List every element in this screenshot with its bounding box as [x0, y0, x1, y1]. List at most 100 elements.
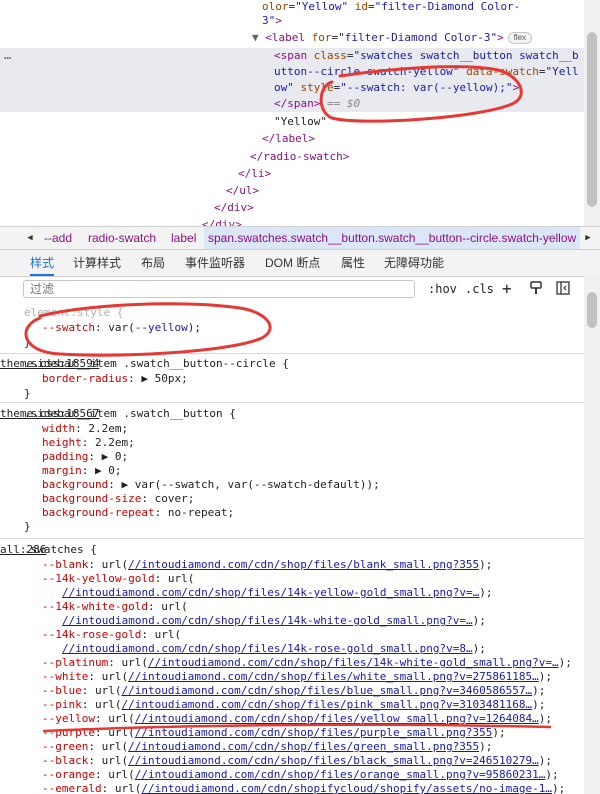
expand-triangle-icon[interactable]: ▶: [102, 450, 115, 463]
property-name[interactable]: --pink: [42, 698, 82, 711]
url-link[interactable]: //intoudiamond.com/cdn/shop/files/green_…: [128, 740, 479, 753]
url-link[interactable]: //intoudiamond.com/cdn/shop/files/blank_…: [128, 558, 479, 571]
style-declaration[interactable]: --purple: url(//intoudiamond.com/cdn/sho…: [42, 726, 584, 740]
property-value[interactable]: 0;: [108, 464, 121, 477]
source-link[interactable]: theme.css:18594: [0, 357, 580, 371]
property-value[interactable]: 0;: [115, 450, 128, 463]
url-link[interactable]: //intoudiamond.com/cdn/shop/files/purple…: [135, 726, 493, 739]
property-value[interactable]: 2.2em;: [95, 436, 135, 449]
source-link[interactable]: all:286: [0, 543, 580, 557]
property-name[interactable]: --14k-white-gold: [42, 600, 148, 613]
url-link[interactable]: //intoudiamond.com/cdn/shop/files/yellow…: [135, 712, 539, 725]
style-declaration[interactable]: --white: url(//intoudiamond.com/cdn/shop…: [42, 670, 584, 684]
tab-computed[interactable]: 计算样式: [73, 250, 121, 276]
dom-line[interactable]: 3">: [262, 14, 584, 28]
property-name[interactable]: --green: [42, 740, 88, 753]
property-value[interactable]: var(: [108, 321, 135, 334]
style-declaration[interactable]: padding: ▶ 0;: [42, 450, 584, 464]
property-name[interactable]: --14k-yellow-gold: [42, 572, 155, 585]
rule-selector[interactable]: element.style {: [24, 306, 584, 320]
variable-link[interactable]: --yellow: [135, 321, 188, 334]
property-name[interactable]: --yellow: [42, 712, 95, 725]
dom-line-label[interactable]: ▼ <label for="filter-Diamond Color-3"> fl…: [252, 31, 584, 45]
style-rule-element[interactable]: element.style { --swatch: var(--yellow);…: [0, 303, 584, 354]
url-link[interactable]: //intoudiamond.com/cdn/shop/files/black_…: [128, 754, 539, 767]
style-declaration[interactable]: background: ▶ var(--swatch, var(--swatch…: [42, 478, 584, 492]
style-declaration[interactable]: height: 2.2em;: [42, 436, 584, 450]
property-name[interactable]: background: [42, 478, 108, 491]
tab-dom-breakpoints[interactable]: DOM 断点: [265, 250, 320, 276]
property-value[interactable]: cover;: [155, 492, 195, 505]
style-declaration[interactable]: --platinum: url(//intoudiamond.com/cdn/s…: [42, 656, 584, 670]
property-name[interactable]: --platinum: [42, 656, 108, 669]
property-name[interactable]: --orange: [42, 768, 95, 781]
styles-scrollbar[interactable]: [584, 276, 600, 794]
property-name[interactable]: --purple: [42, 726, 95, 739]
dom-line-span[interactable]: <span class="swatches swatch__button swa…: [274, 49, 584, 63]
new-rule-plus-icon[interactable]: +: [502, 279, 512, 298]
tab-accessibility[interactable]: 无障碍功能: [384, 250, 444, 276]
dom-line[interactable]: utton--circle swatch-yellow" data-swatch…: [274, 65, 584, 79]
toggle-sidebar-icon[interactable]: [556, 281, 570, 298]
property-name[interactable]: height: [42, 436, 82, 449]
paint-brush-icon[interactable]: [530, 281, 542, 298]
style-declaration[interactable]: --emerald: url(//intoudiamond.com/cdn/sh…: [42, 782, 584, 794]
tab-event-listeners[interactable]: 事件监听器: [185, 250, 245, 276]
property-value[interactable]: no-repeat;: [168, 506, 234, 519]
property-name[interactable]: background-repeat: [42, 506, 155, 519]
property-value[interactable]: 2.2em;: [88, 422, 128, 435]
style-declaration[interactable]: width: 2.2em;: [42, 422, 584, 436]
flex-badge[interactable]: flex: [507, 32, 533, 44]
property-name[interactable]: padding: [42, 450, 88, 463]
url-link[interactable]: //intoudiamond.com/cdn/shopifycloud/shop…: [141, 782, 552, 794]
dom-line[interactable]: </li>: [238, 167, 584, 181]
url-link[interactable]: //intoudiamond.com/cdn/shop/files/white_…: [128, 670, 539, 683]
breadcrumb-item-active[interactable]: span.swatches.swatch__button.swatch__but…: [204, 227, 581, 249]
style-declaration[interactable]: background-size: cover;: [42, 492, 584, 506]
property-name[interactable]: border-radius: [42, 372, 128, 385]
expand-triangle-icon[interactable]: ▶: [141, 372, 148, 385]
url-link[interactable]: //intoudiamond.com/cdn/shop/files/orange…: [135, 768, 546, 781]
tab-properties[interactable]: 属性: [341, 250, 365, 276]
property-value[interactable]: var(--swatch, var(--swatch-default));: [135, 478, 380, 491]
dom-line[interactable]: ow" style="--swatch: var(--yellow);">: [274, 81, 584, 95]
elements-tree[interactable]: olor="Yellow" id="filter-Diamond Color- …: [0, 0, 584, 226]
dom-text-node[interactable]: "Yellow": [274, 115, 584, 129]
style-declaration[interactable]: background-repeat: no-repeat;: [42, 506, 584, 520]
dom-line[interactable]: </div>: [202, 218, 584, 226]
tab-layout[interactable]: 布局: [141, 250, 165, 276]
url-link[interactable]: //intoudiamond.com/cdn/shop/files/14k-ro…: [62, 642, 473, 655]
style-declaration[interactable]: //intoudiamond.com/cdn/shop/files/14k-wh…: [62, 614, 584, 628]
property-name[interactable]: --blank: [42, 558, 88, 571]
url-link[interactable]: //intoudiamond.com/cdn/shop/files/blue_s…: [122, 684, 533, 697]
dom-line[interactable]: </ul>: [226, 184, 584, 198]
style-rule[interactable]: .sidebar__item .swatch__button { theme.c…: [0, 403, 584, 539]
dom-line[interactable]: </div>: [214, 201, 584, 215]
breadcrumb-right-arrow-icon[interactable]: ▶: [580, 227, 596, 249]
expand-triangle-icon[interactable]: ▶: [121, 478, 134, 491]
style-declaration[interactable]: --blue: url(//intoudiamond.com/cdn/shop/…: [42, 684, 584, 698]
dom-line[interactable]: </span> == $0: [274, 97, 584, 111]
cls-toggle[interactable]: .cls: [465, 282, 494, 296]
style-declaration[interactable]: //intoudiamond.com/cdn/shop/files/14k-ye…: [62, 586, 584, 600]
style-declaration[interactable]: --14k-rose-gold: url(: [42, 628, 584, 642]
style-declaration[interactable]: //intoudiamond.com/cdn/shop/files/14k-ro…: [62, 642, 584, 656]
style-declaration[interactable]: --yellow: url(//intoudiamond.com/cdn/sho…: [42, 712, 584, 726]
dom-line[interactable]: </label>: [262, 132, 584, 146]
property-name[interactable]: width: [42, 422, 75, 435]
style-declaration[interactable]: --orange: url(//intoudiamond.com/cdn/sho…: [42, 768, 584, 782]
url-link[interactable]: //intoudiamond.com/cdn/shop/files/14k-ye…: [62, 586, 479, 599]
style-declaration[interactable]: --swatch: var(--yellow);: [42, 321, 584, 335]
breadcrumb-left-arrow-icon[interactable]: ◀: [22, 227, 38, 249]
property-name[interactable]: --14k-rose-gold: [42, 628, 141, 641]
style-rule[interactable]: .sidebar__item .swatch__button--circle {…: [0, 354, 584, 403]
property-name[interactable]: margin: [42, 464, 82, 477]
styles-scrollbar-thumb[interactable]: [587, 292, 597, 328]
style-declaration[interactable]: --14k-white-gold: url(: [42, 600, 584, 614]
hov-toggle[interactable]: :hov: [428, 282, 457, 296]
more-options-gutter-icon[interactable]: …: [4, 48, 11, 62]
style-declaration[interactable]: --pink: url(//intoudiamond.com/cdn/shop/…: [42, 698, 584, 712]
breadcrumb-item[interactable]: label: [171, 227, 196, 249]
style-declaration[interactable]: border-radius: ▶ 50px;: [42, 372, 584, 386]
property-name[interactable]: --emerald: [42, 782, 102, 794]
